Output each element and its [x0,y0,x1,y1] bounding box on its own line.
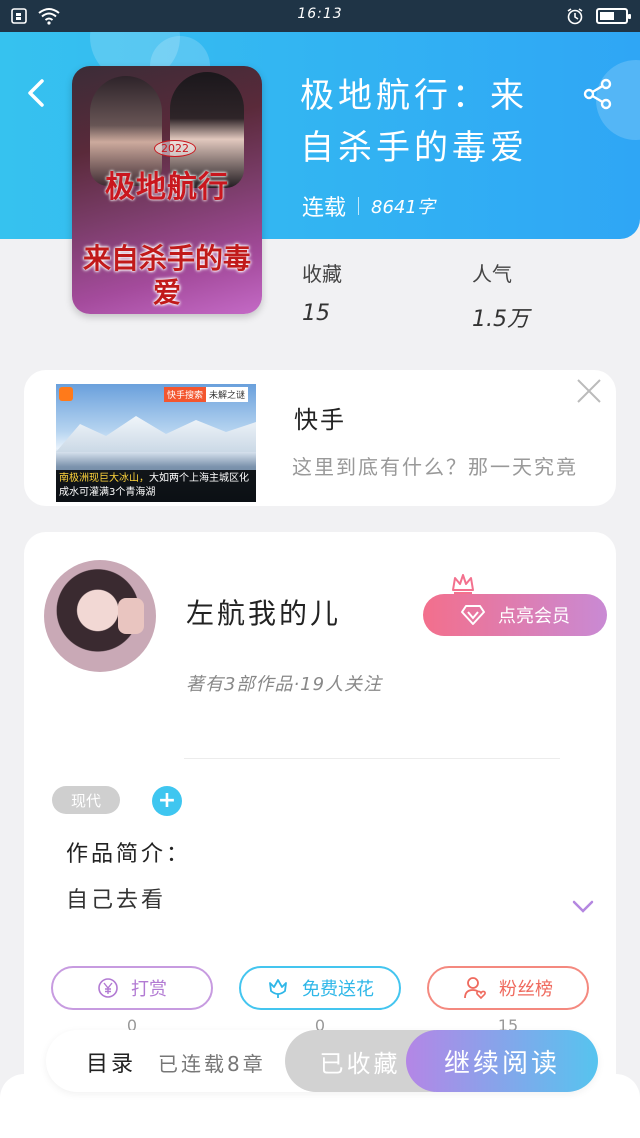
intro-body: 自己去看 [66,888,167,913]
bottom-action-bar: 目录 已连载8章 已收藏 继续阅读 [46,1030,598,1092]
intro-heading: 作品简介： [66,842,192,867]
author-avatar[interactable] [44,560,156,672]
genre-tag[interactable]: 现代 [52,786,120,814]
ad-card[interactable]: 快手搜索 未解之谜 南极洲现巨大冰山，大如两个上海主城区化成水可灌满3个青海湖 … [24,370,616,506]
popularity-stat: 人气 1.5万 [472,262,529,332]
close-icon[interactable] [576,378,602,404]
toc-button[interactable]: 目录 [86,1046,136,1078]
cover-title-bottom: 来自杀手的毒爱 [82,242,251,309]
add-tag-button[interactable]: + [152,786,182,816]
send-flower-button[interactable]: 免费送花 [239,966,401,1010]
kuaishou-logo-icon [59,387,73,401]
vip-button[interactable]: 点亮会员 [423,594,607,636]
status-bar: 16:13 [0,0,640,32]
book-cover[interactable]: 2022 极地航行 来自杀手的毒爱 [72,66,262,314]
chapter-count[interactable]: 已连载8章 [158,1048,266,1077]
favorites-stat: 收藏 15 [302,262,342,326]
diamond-icon [461,605,485,625]
alarm-icon [567,8,583,25]
cover-title-top: 极地航行 [105,170,229,205]
cover-year: 2022 [154,140,196,157]
continue-reading-button[interactable]: 继续阅读 [406,1030,598,1092]
serial-status: 连载 [302,196,347,221]
ad-title: 快手 [294,406,346,434]
ad-image[interactable]: 快手搜索 未解之谜 南极洲现巨大冰山，大如两个上海主城区化成水可灌满3个青海湖 [56,384,256,502]
chevron-down-icon[interactable] [572,900,594,914]
word-count: 8641字 [371,197,435,218]
battery-icon [596,8,631,24]
user-heart-icon [464,977,486,1000]
book-meta: 连载 8641字 [302,190,435,222]
fans-ranking-button[interactable]: 粉丝榜 [427,966,589,1010]
flower-icon [269,979,287,998]
divider [184,758,560,759]
ad-image-caption: 南极洲现巨大冰山，大如两个上海主城区化成水可灌满3个青海湖 [56,470,256,502]
author-meta: 著有3部作品·19人关注 [186,674,383,695]
book-title: 极地航行：来 自杀手的毒爱 [300,76,528,168]
status-time: 16:13 [297,6,343,22]
tip-button[interactable]: 打赏 [51,966,213,1010]
crown-icon [452,574,474,594]
author-name[interactable]: 左航我的儿 [186,592,341,632]
share-icon[interactable] [582,78,614,110]
yen-coin-icon [98,978,118,998]
back-icon[interactable] [22,78,52,108]
ad-description: 这里到底有什么？那一天究竟 [292,455,578,479]
